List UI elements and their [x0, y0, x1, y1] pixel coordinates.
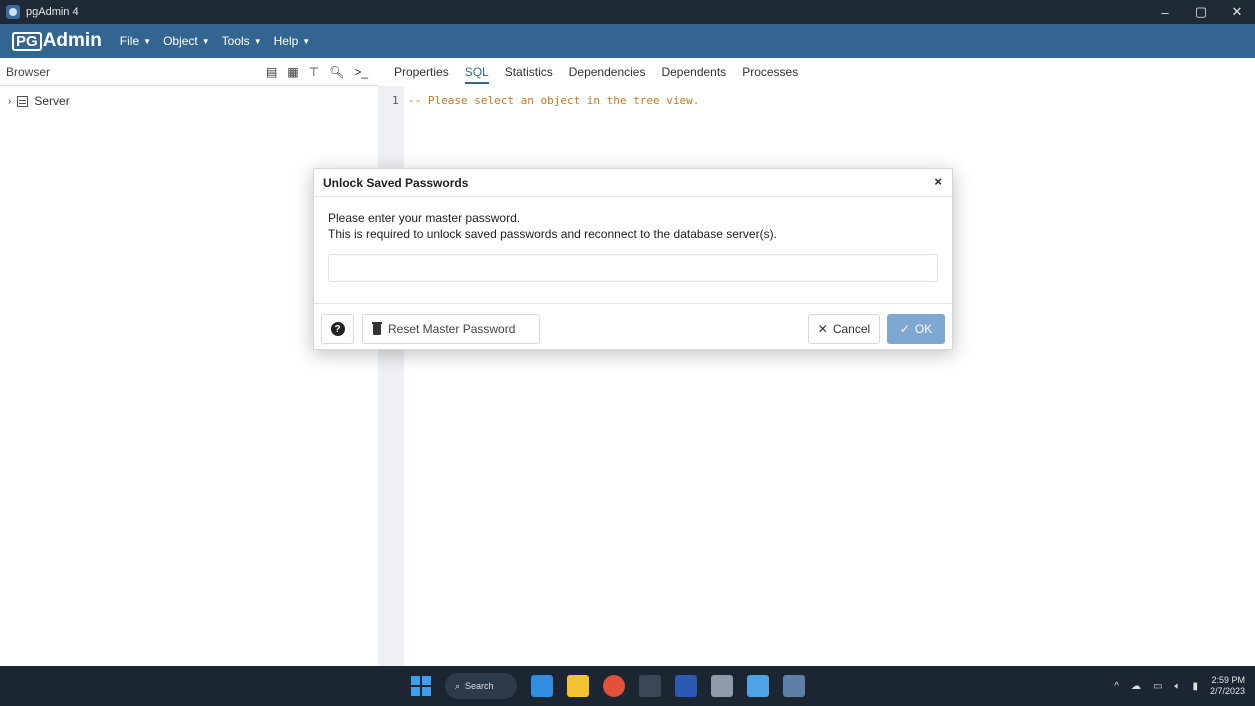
taskbar-apps: ⌕ Search [411, 672, 805, 700]
vscode-icon[interactable] [531, 675, 553, 697]
pgadmin-app-icon [6, 5, 20, 19]
onedrive-icon[interactable]: ☁ [1131, 681, 1141, 692]
dialog-title: Unlock Saved Passwords [323, 175, 469, 190]
dialog-body: Please enter your master password. This … [314, 197, 952, 282]
browser-panel-title: Browser [6, 64, 51, 79]
psql-tool-icon[interactable]: >_ [354, 65, 368, 79]
tab-properties[interactable]: Properties [386, 58, 457, 86]
reset-button-label: Reset Master Password [388, 322, 516, 336]
main-tabs: Properties SQL Statistics Dependencies D… [378, 58, 1255, 86]
chevron-down-icon: ▼ [143, 36, 152, 46]
terminal-icon[interactable] [639, 675, 661, 697]
menu-file-label: File [119, 34, 140, 48]
logo-pg-mark: PG [12, 31, 42, 51]
taskbar-search-label: Search [465, 681, 494, 691]
tree-item-servers[interactable]: › Server [8, 94, 70, 108]
word-icon[interactable] [675, 675, 697, 697]
clock-time: 2:59 PM [1211, 675, 1245, 685]
help-button[interactable]: ? [321, 314, 354, 344]
chevron-down-icon: ▼ [201, 36, 210, 46]
help-icon: ? [330, 322, 345, 336]
menu-tools[interactable]: Tools ▼ [222, 34, 262, 48]
browser-panel-header: Browser ▤ ▦ ⊤ 🔍︎ >_ [0, 58, 378, 86]
pgadmin-logo: PG Admin [12, 30, 102, 52]
filter-rows-icon[interactable]: ⊤ [309, 65, 319, 79]
maximize-button[interactable]: ▢ [1183, 0, 1219, 24]
network-icon[interactable]: ▭ [1153, 681, 1162, 692]
dialog-footer: ? Reset Master Password ✕ Cancel ✓ OK [314, 303, 952, 350]
start-button[interactable] [411, 676, 431, 696]
master-password-input[interactable] [328, 254, 938, 282]
menu-tools-label: Tools [221, 34, 250, 48]
taskbar-search[interactable]: ⌕ Search [445, 673, 517, 699]
window-titlebar: pgAdmin 4 – ▢ ✕ [0, 0, 1255, 24]
window-title: pgAdmin 4 [26, 6, 79, 18]
view-data-icon[interactable]: ▦ [287, 65, 298, 79]
system-tray: ^ ☁ ▭ 🔈︎ ▮ 2:59 PM 2/7/2023 [1114, 672, 1245, 700]
unlock-passwords-dialog: Unlock Saved Passwords × Please enter yo… [313, 168, 953, 350]
dialog-message-line2: This is required to unlock saved passwor… [328, 227, 777, 241]
menu-file[interactable]: File ▼ [120, 34, 151, 48]
reset-master-password-button[interactable]: Reset Master Password [362, 314, 540, 344]
cancel-button-label: Cancel [832, 322, 871, 336]
clock-date: 2/7/2023 [1209, 686, 1245, 696]
chevron-down-icon: ▼ [302, 36, 311, 46]
search-icon[interactable]: 🔍︎ [329, 65, 344, 79]
settings-gear-icon[interactable] [711, 675, 733, 697]
ok-button[interactable]: ✓ OK [887, 314, 945, 344]
dialog-header: Unlock Saved Passwords [314, 169, 952, 197]
close-window-button[interactable]: ✕ [1219, 0, 1255, 24]
menu-help-label: Help [273, 34, 299, 48]
pgadmin-taskbar-icon[interactable] [783, 675, 805, 697]
cancel-button[interactable]: ✕ Cancel [808, 314, 880, 344]
tab-processes[interactable]: Processes [734, 58, 806, 86]
search-icon: ⌕ [455, 680, 461, 691]
close-icon[interactable]: × [934, 174, 942, 189]
battery-icon[interactable]: ▮ [1192, 681, 1198, 692]
sql-comment: -- Please select an object in the tree v… [408, 94, 700, 107]
editor-line: 1 -- Please select an object in the tree… [392, 94, 700, 107]
menu-bar: PG Admin File ▼ Object ▼ Tools ▼ Help ▼ [0, 24, 1255, 58]
menu-help[interactable]: Help ▼ [274, 34, 311, 48]
menu-object[interactable]: Object ▼ [163, 34, 210, 48]
notepad-icon[interactable] [747, 675, 769, 697]
check-icon: ✓ [899, 322, 910, 336]
server-group-icon [17, 95, 29, 107]
trash-icon [372, 321, 382, 335]
minimize-button[interactable]: – [1147, 0, 1183, 24]
tree-item-label: Server [34, 94, 70, 108]
x-icon: ✕ [817, 322, 828, 336]
chevron-right-icon[interactable]: › [8, 96, 11, 107]
chevron-down-icon: ▼ [253, 36, 262, 46]
tab-statistics[interactable]: Statistics [497, 58, 561, 86]
chrome-icon[interactable] [603, 675, 625, 697]
tab-dependents[interactable]: Dependents [653, 58, 734, 86]
tab-dependencies[interactable]: Dependencies [561, 58, 654, 86]
logo-admin-text: Admin [42, 30, 102, 51]
window-controls: – ▢ ✕ [1147, 0, 1255, 24]
taskbar-clock[interactable]: 2:59 PM 2/7/2023 [1210, 675, 1245, 697]
tab-sql[interactable]: SQL [457, 58, 497, 86]
ok-button-label: OK [914, 322, 933, 336]
dialog-message-line1: Please enter your master password. [328, 211, 521, 225]
object-properties-icon[interactable]: ▤ [266, 65, 277, 79]
panel-splitter[interactable] [378, 58, 404, 666]
windows-taskbar: ⌕ Search ^ ☁ ▭ 🔈︎ ▮ 2:59 PM 2/7/2023 [0, 666, 1255, 706]
browser-toolbar: ▤ ▦ ⊤ 🔍︎ >_ [266, 58, 368, 86]
file-explorer-icon[interactable] [567, 675, 589, 697]
chevron-up-icon[interactable]: ^ [1114, 681, 1119, 692]
volume-icon[interactable]: 🔈︎ [1174, 681, 1180, 692]
menu-object-label: Object [163, 34, 198, 48]
